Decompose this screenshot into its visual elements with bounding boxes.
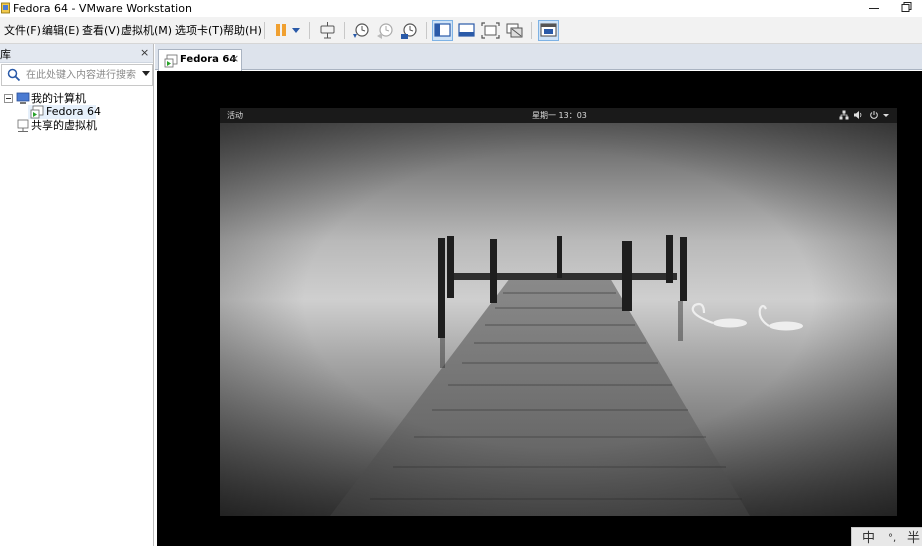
search-icon — [7, 68, 21, 82]
volume-icon[interactable] — [853, 110, 863, 120]
snapshot-manager-icon — [401, 23, 417, 39]
search-dropdown-icon[interactable] — [142, 71, 150, 76]
tab-label: Fedora 64 — [180, 54, 237, 65]
computer-icon — [16, 92, 30, 104]
ime-punctuation-toggle[interactable]: °, — [888, 532, 896, 546]
toolbar-separator — [309, 22, 310, 39]
unity-icon — [506, 23, 523, 38]
toolbar-separator — [426, 22, 427, 39]
toolbar-separator — [264, 22, 265, 39]
library-close-button[interactable]: × — [140, 46, 149, 59]
snapshot-take-button[interactable] — [351, 20, 372, 41]
menu-help[interactable]: 帮助(H) — [223, 17, 262, 44]
tab-fedora-64[interactable]: Fedora 64 × — [158, 49, 242, 71]
vm-console[interactable]: 活动 星期一 13：03 — [157, 71, 922, 546]
tree-label-my-computer: 我的计算机 — [31, 92, 86, 105]
library-header: 库 × — [0, 44, 153, 63]
window-title: Fedora 64 - VMware Workstation — [13, 2, 192, 15]
vmware-app-icon — [1, 2, 10, 14]
full-screen-icon — [481, 22, 500, 39]
unity-button[interactable] — [504, 20, 525, 41]
menu-edit[interactable]: 编辑(E) — [42, 17, 80, 44]
send-ctrl-alt-del-button[interactable] — [317, 20, 338, 41]
console-view-button[interactable] — [538, 20, 559, 41]
clock-label[interactable]: 星期一 13：03 — [532, 110, 587, 121]
power-dropdown-button[interactable] — [289, 20, 303, 41]
snapshot-revert-button[interactable] — [375, 20, 396, 41]
vm-running-icon — [30, 105, 44, 119]
show-library-button[interactable] — [432, 20, 453, 41]
console-view-icon — [540, 23, 557, 37]
snapshot-manager-button[interactable] — [399, 20, 420, 41]
snapshot-revert-icon — [377, 23, 393, 39]
minimize-button[interactable] — [860, 0, 888, 17]
gnome-top-bar: 活动 星期一 13：03 — [220, 108, 897, 123]
shared-vms-icon — [17, 119, 29, 132]
library-search-input[interactable] — [26, 67, 136, 83]
library-panel: 库 × 我的计算机 Fedora 64 — [0, 44, 154, 546]
tree-item-shared-vms[interactable]: 共享的虚拟机 — [0, 119, 153, 133]
ime-width-toggle[interactable]: 半 — [907, 531, 920, 546]
chevron-down-icon[interactable] — [882, 110, 890, 120]
tab-strip: Fedora 64 × — [155, 44, 922, 71]
menu-tabs[interactable]: 选项卡(T) — [175, 17, 223, 44]
menu-file[interactable]: 文件(F) — [4, 17, 41, 44]
toolbar-separator — [344, 22, 345, 39]
collapse-toggle-icon[interactable] — [4, 94, 13, 103]
send-ctrl-alt-del-icon — [320, 22, 335, 39]
library-search-box — [1, 64, 153, 86]
menu-toolbar-bar: 文件(F) 编辑(E) 查看(V) 虚拟机(M) 选项卡(T) 帮助(H) — [0, 17, 922, 44]
restore-button[interactable] — [890, 0, 918, 17]
tree-label-fedora-64: Fedora 64 — [46, 105, 101, 118]
menu-vm[interactable]: 虚拟机(M) — [121, 17, 172, 44]
ime-toolbar[interactable]: 中 °, 半 — [851, 527, 922, 546]
menu-view[interactable]: 查看(V) — [82, 17, 120, 44]
library-title: 库 — [0, 48, 11, 61]
ime-chinese-toggle[interactable]: 中 — [862, 531, 875, 546]
vm-running-icon — [164, 54, 178, 68]
tab-close-button[interactable]: × — [230, 52, 239, 65]
minimize-icon — [869, 8, 879, 9]
thumbnail-bar-icon — [458, 23, 475, 37]
thumbnail-bar-button[interactable] — [456, 20, 477, 41]
guest-screen[interactable]: 活动 星期一 13：03 — [220, 108, 897, 516]
vmware-window: Fedora 64 - VMware Workstation 文件(F) 编辑(… — [0, 0, 922, 546]
dropdown-icon — [292, 28, 300, 33]
tree-item-my-computer[interactable]: 我的计算机 — [0, 92, 153, 106]
activities-button[interactable]: 活动 — [227, 110, 243, 121]
toolbar-separator — [531, 22, 532, 39]
wallpaper-pier-image — [220, 123, 897, 516]
tree-item-fedora-64[interactable]: Fedora 64 — [28, 105, 101, 119]
tree-label-shared-vms: 共享的虚拟机 — [31, 119, 97, 132]
show-library-icon — [434, 23, 451, 37]
network-icon[interactable] — [839, 110, 849, 120]
restore-icon — [901, 2, 912, 12]
snapshot-take-icon — [353, 23, 369, 38]
title-bar: Fedora 64 - VMware Workstation — [0, 0, 922, 17]
power-icon[interactable] — [869, 110, 879, 120]
full-screen-button[interactable] — [480, 20, 501, 41]
